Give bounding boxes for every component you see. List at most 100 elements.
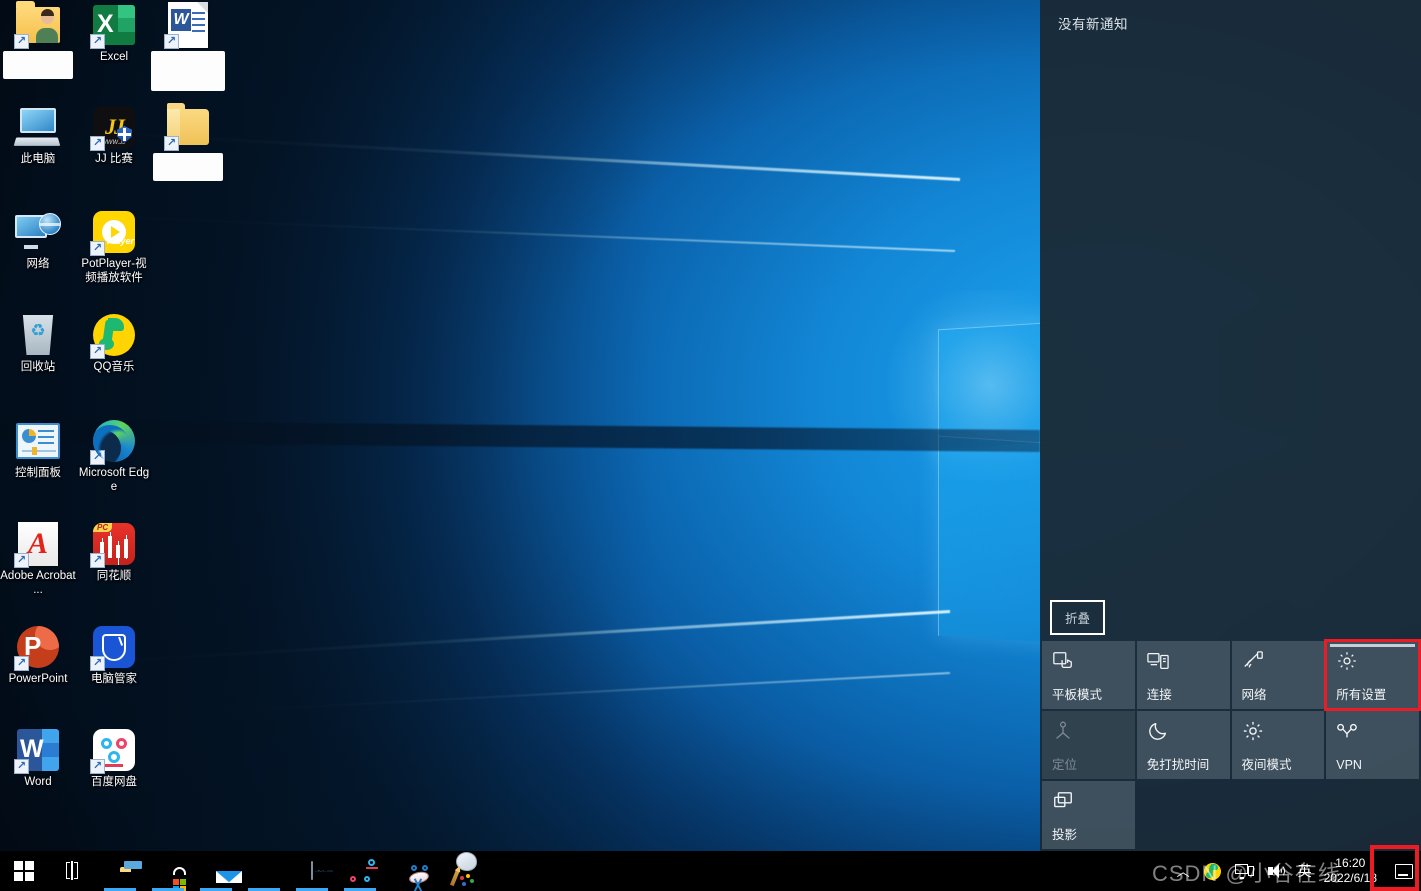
desktop-icon[interactable]: 网络 xyxy=(0,209,76,272)
desktop-icon[interactable]: PowerPoint xyxy=(0,624,76,687)
desktop-icon-label xyxy=(153,153,223,181)
show-hidden-icons-button[interactable]: ︿ xyxy=(1170,851,1197,891)
task-view-icon xyxy=(71,861,73,880)
edge-button[interactable] xyxy=(240,851,288,891)
quick-action-tile[interactable]: 投影 xyxy=(1042,781,1135,849)
desktop-icon[interactable]: Microsoft Edge xyxy=(76,418,152,494)
shortcut-arrow-icon xyxy=(164,136,179,151)
quick-action-label: 平板模式 xyxy=(1052,688,1103,702)
desktop-icon-label: Adobe Acrobat ... xyxy=(0,570,76,596)
desktop-icon-label: Excel xyxy=(99,51,129,63)
quick-action-tile[interactable]: 免打扰时间 xyxy=(1136,711,1230,779)
desktop-icon[interactable]: Word xyxy=(0,727,76,790)
quick-action-tile[interactable]: 平板模式 xyxy=(1042,641,1135,709)
shortcut-arrow-icon xyxy=(14,553,29,568)
connect-icon xyxy=(1147,650,1222,672)
action-center-button[interactable] xyxy=(1387,851,1421,891)
desktop-icon[interactable]: 百度网盘 xyxy=(76,727,152,790)
desktop-icon[interactable]: 控制面板 xyxy=(0,418,76,481)
action-center-panel[interactable]: 没有新通知 折叠 平板模式 连接 网络 所有设置定位 免打扰时间 夜间模式 VPN 投影 xyxy=(1040,0,1421,851)
sun-icon xyxy=(1242,720,1317,742)
shortcut-arrow-icon xyxy=(164,34,179,49)
desktop-icon-label xyxy=(3,51,73,79)
network-icon xyxy=(15,209,61,255)
desktop-icon-label: PowerPoint xyxy=(8,673,68,685)
quick-action-label: VPN xyxy=(1336,758,1362,772)
desktop-icon[interactable]: Excel xyxy=(76,2,152,65)
baidu-netdisk-icon xyxy=(90,727,137,774)
mail-button[interactable] xyxy=(192,851,240,891)
network-tray-icon[interactable] xyxy=(1228,851,1261,891)
start-button[interactable] xyxy=(0,851,48,891)
shortcut-arrow-icon xyxy=(90,136,105,151)
clock[interactable]: 16:20 2022/6/18 xyxy=(1318,851,1387,891)
ime-indicator[interactable]: 英 xyxy=(1292,861,1318,881)
clock-time: 16:20 xyxy=(1335,856,1366,870)
potplayer-icon: Player xyxy=(90,209,137,256)
taskbar-buttons xyxy=(0,851,480,891)
this-pc-icon xyxy=(13,104,61,150)
desktop-icon[interactable]: W xyxy=(150,2,226,91)
acrobat-icon: A xyxy=(14,521,61,568)
desktop-icon[interactable] xyxy=(0,1,76,79)
quick-action-label: 定位 xyxy=(1052,758,1078,772)
file-explorer-button[interactable] xyxy=(96,851,144,891)
collapse-button[interactable]: 折叠 xyxy=(1050,600,1106,635)
excel-icon xyxy=(90,2,137,49)
desktop-icon-label: 控制面板 xyxy=(15,467,61,479)
pc-manager-icon xyxy=(90,624,137,671)
desktop-icon[interactable]: AAdobe Acrobat ... xyxy=(0,521,76,597)
quick-action-empty-slot xyxy=(1137,781,1230,849)
qq-music-icon xyxy=(90,312,137,359)
quick-action-tile[interactable]: 连接 xyxy=(1136,641,1230,709)
snipping-tool-button[interactable] xyxy=(384,851,432,891)
shortcut-arrow-icon xyxy=(14,759,29,774)
no-notifications-text: 没有新通知 xyxy=(1058,17,1128,32)
task-view-button[interactable] xyxy=(48,851,96,891)
desktop-icon[interactable]: 此电脑 xyxy=(0,104,76,167)
desktop-icon[interactable]: PlayerPotPlayer-视频播放软件 xyxy=(76,209,152,285)
desktop-icon[interactable]: 电脑管家 xyxy=(76,624,152,687)
desktop-icon[interactable]: ♻ 回收站 xyxy=(0,312,76,375)
chevron-up-icon: ︿ xyxy=(1176,863,1190,879)
jj-game-icon: JJ WWW.JJ xyxy=(90,104,137,151)
user-folder-icon xyxy=(14,1,61,49)
taskbar[interactable]: ︿ 英 16:20 2022/6/18 xyxy=(0,851,1421,891)
project-icon xyxy=(1052,790,1127,812)
quick-action-tile[interactable]: 网络 xyxy=(1231,641,1325,709)
task-manager-button[interactable] xyxy=(288,851,336,891)
desktop-icon-label: 百度网盘 xyxy=(91,776,137,788)
word-document-icon: W xyxy=(164,2,211,49)
control-panel-icon xyxy=(15,418,61,464)
quick-action-tile[interactable]: 夜间模式 xyxy=(1231,711,1325,779)
clock-date: 2022/6/18 xyxy=(1323,871,1377,885)
quick-action-tile[interactable]: 所有设置 xyxy=(1324,639,1421,711)
quick-action-label: 所有设置 xyxy=(1336,688,1387,702)
quick-action-tile[interactable]: 定位 xyxy=(1042,711,1135,779)
paint-button[interactable] xyxy=(432,851,480,891)
shortcut-arrow-icon xyxy=(90,759,105,774)
shortcut-arrow-icon xyxy=(90,553,105,568)
desktop-icon[interactable]: PC 同花顺 xyxy=(76,521,152,584)
wifi-icon xyxy=(1242,650,1317,672)
desktop-icon[interactable] xyxy=(150,103,226,181)
quick-action-label: 网络 xyxy=(1241,688,1267,702)
tablet-mode-icon xyxy=(1052,650,1127,672)
microsoft-store-button[interactable] xyxy=(144,851,192,891)
desktop-icon-grid: Excel W 此电脑 JJWWW.JJ JJ 比赛网络 PlayerPotPlayer-… xyxy=(0,0,240,820)
qq-music-tray-icon[interactable] xyxy=(1197,851,1228,891)
tonghuashun-icon: PC xyxy=(90,521,137,568)
baidu-netdisk-button[interactable] xyxy=(336,851,384,891)
desktop-icon-label: 此电脑 xyxy=(20,153,56,165)
desktop-icon[interactable]: QQ音乐 xyxy=(76,312,152,375)
volume-tray-icon[interactable] xyxy=(1261,851,1292,891)
desktop-icon-label: 回收站 xyxy=(20,361,56,373)
quick-action-tile[interactable]: VPN xyxy=(1326,711,1419,779)
desktop-icon[interactable]: JJWWW.JJ JJ 比赛 xyxy=(76,104,152,167)
moon-icon xyxy=(1147,720,1222,742)
action-center-icon xyxy=(1395,863,1413,879)
shortcut-arrow-icon xyxy=(14,656,29,671)
system-tray: ︿ 英 16:20 2022/6/18 xyxy=(1170,851,1421,891)
gear-icon xyxy=(1336,650,1411,672)
collapse-row: 折叠 xyxy=(1040,600,1421,641)
